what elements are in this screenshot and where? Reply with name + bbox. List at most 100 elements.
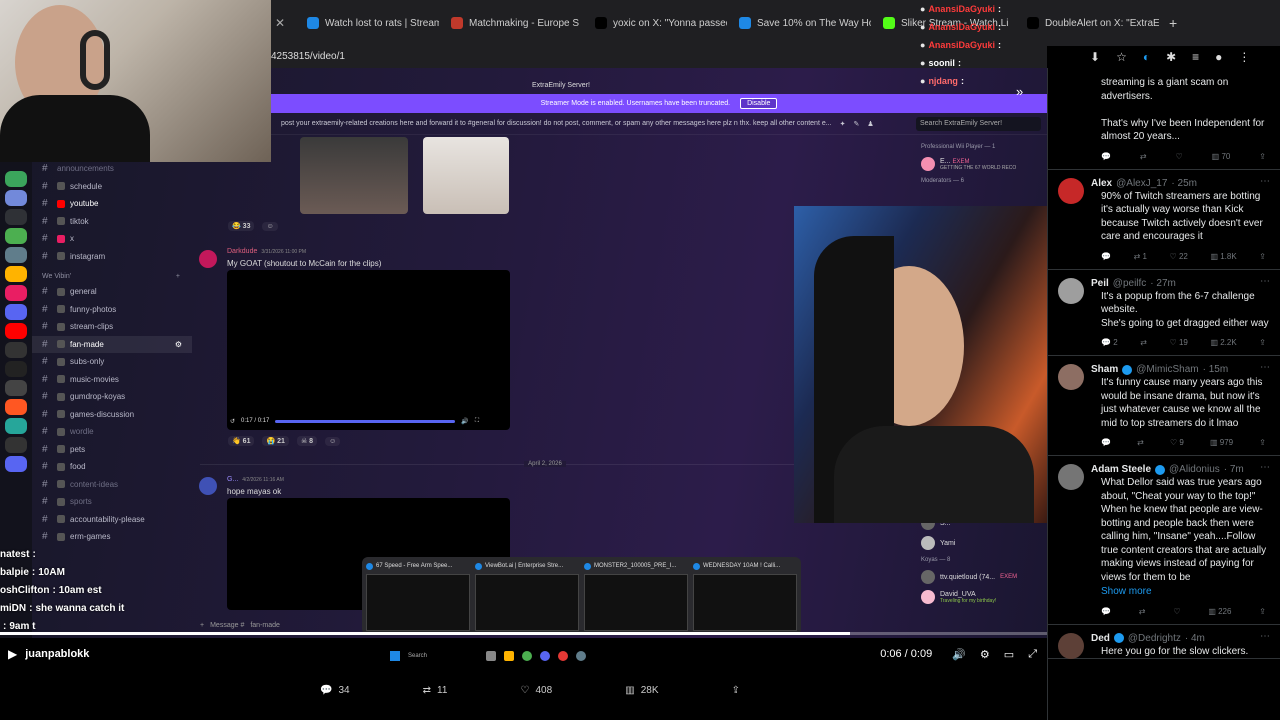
reply-tweet[interactable]: Ded @Dedrightz · 4m ⋯ Here you go for the sl… [1048,625,1280,659]
server-icon[interactable] [5,380,27,396]
youtube-server-icon[interactable] [5,323,27,339]
play-icon[interactable]: ▶ [8,647,17,661]
reaction-chip[interactable]: ☠ 8 [296,436,318,446]
channel-youtube[interactable]: # youtube [32,195,192,213]
replay-icon[interactable]: ↺ [230,418,235,425]
browser-tab[interactable]: yoxic on X: "Yonna passed✕ [587,10,727,36]
tweet-handle[interactable]: @MimicSham [1136,364,1198,375]
channel-subs-only[interactable]: # subs-only [32,353,192,371]
channel-music-movies[interactable]: # music-movies [32,371,192,389]
threads-icon[interactable]: ✦ [840,120,846,128]
chat-username[interactable]: natest [0,549,29,560]
reaction-chip[interactable]: 😭 21 [262,436,289,446]
tweet-author[interactable]: Adam Steele [1091,464,1151,475]
channel-gumdrop-koyas[interactable]: # gumdrop-koyas [32,388,192,406]
tweet-author[interactable]: Peil [1091,278,1109,289]
reply-button[interactable]: 💬 [1101,152,1111,161]
member-item[interactable]: E... EXEM GETTING THE 67 WORLD RECO [915,154,1047,174]
share-icon[interactable]: ⇪ [1259,152,1266,161]
settings-gear-icon[interactable]: ⚙ [980,648,990,661]
channel-pets[interactable]: # pets [32,441,192,459]
window-preview[interactable]: ViewBot.ai | Enterprise Stre... [475,561,579,631]
add-attachment-icon[interactable]: + [200,622,204,629]
message-author[interactable]: Darkdude [227,248,257,255]
views-button[interactable]: ▥ 979 [1210,438,1233,447]
server-icon[interactable] [5,171,27,187]
tweet-handle[interactable]: @peilfc [1113,278,1147,289]
server-icon[interactable] [5,304,27,320]
channel-tiktok[interactable]: # tiktok [32,213,192,231]
member-item[interactable]: ttv.quietloud (74... EXEM [915,567,1047,587]
reply-button[interactable]: 💬 34 [320,685,350,696]
avatar[interactable] [1058,364,1084,390]
avatar[interactable] [199,250,217,268]
extension-icon[interactable]: ◐ [1143,50,1150,64]
browser-tab[interactable]: Save 10% on The Way Ho✕ [731,10,871,36]
browser-tab[interactable]: Watch lost to rats | Stream✕ [299,10,439,36]
message-video[interactable] [227,270,510,430]
server-icon[interactable] [5,399,27,415]
like-button[interactable]: ♡ 19 [1170,338,1188,347]
server-icon[interactable] [5,456,27,472]
channel-accountability-please[interactable]: # accountability-please [32,511,192,529]
channel-erm-games[interactable]: # erm-games [32,528,192,546]
repost-button[interactable]: ⇄ 11 [423,685,448,696]
avatar[interactable] [1058,632,1084,659]
add-channel-icon[interactable]: + [176,273,180,280]
server-icon[interactable] [5,247,27,263]
like-button[interactable]: ♡ 9 [1170,438,1184,447]
channel-schedule[interactable]: # schedule [32,178,192,196]
channel-settings-icon[interactable]: ⚙ [175,340,182,349]
window-preview[interactable]: MONSTER2_100005_PRE_I... [584,561,688,631]
message-author[interactable]: G... [227,476,238,483]
bookmark-star-icon[interactable]: ☆ [1116,50,1127,64]
server-icon[interactable] [5,266,27,282]
browser-tab[interactable]: Matchmaking - Europe S✕ [443,10,583,36]
channel-x[interactable]: # x [32,230,192,248]
discord-search-input[interactable]: Search ExtraEmily Server! [916,116,1041,131]
message-input[interactable]: + Message # fan-made [200,618,360,632]
menu-icon[interactable]: ⋮ [1238,50,1250,64]
tweet-handle[interactable]: @AlexJ_17 [1116,178,1167,189]
new-tab-button[interactable]: + [1169,15,1177,31]
like-button[interactable]: ♡ [1173,607,1180,616]
repost-button[interactable]: ⇄ [1137,438,1144,447]
reply-tweet[interactable]: Peil @peilfc · 27m ⋯ It's a popup from the 6… [1048,270,1280,356]
views-button[interactable]: ▥ 2.2K [1210,338,1236,347]
extensions-icon[interactable]: ✱ [1166,50,1176,64]
like-button[interactable]: ♡ [1176,152,1183,161]
share-icon[interactable]: ⇪ [1259,607,1266,616]
window-preview[interactable]: 67 Speed - Free Arm Spee... [366,561,470,631]
views-button[interactable]: ▥ 226 [1208,607,1231,616]
volume-icon[interactable]: 🔊 [952,648,966,661]
show-more-link[interactable]: Show more [1101,585,1270,599]
reaction-chip[interactable]: 👋 61 [228,436,255,446]
repost-button[interactable]: ⇄ [1140,152,1147,161]
channel-announcements[interactable]: # announcements [32,160,192,178]
channel-wordle[interactable]: # wordle [32,423,192,441]
like-button[interactable]: ♡ 408 [521,685,553,696]
channel-stream-clips[interactable]: # stream-clips [32,318,192,336]
channel-general[interactable]: # general [32,283,192,301]
server-icon[interactable] [5,342,27,358]
views-button[interactable]: ▥ 1.8K [1210,252,1236,261]
share-icon[interactable]: ⇪ [1259,338,1266,347]
fullscreen-icon[interactable]: ⤢ [1028,648,1037,661]
channel-content-ideas[interactable]: # content-ideas [32,476,192,494]
chat-username[interactable]: AnansiDaGyuki [928,4,995,14]
chat-username[interactable]: miDN [0,603,26,614]
window-preview[interactable]: WEDNESDAY 10AM ! Calli... [693,561,797,631]
reply-tweet[interactable]: Alex @AlexJ_17 · 25m ⋯ 90% of Twitch streame… [1048,170,1280,270]
more-options-icon[interactable]: ⋯ [1260,176,1270,187]
video-progress[interactable] [275,419,456,423]
share-icon[interactable]: ⇪ [1259,438,1266,447]
server-icon[interactable] [5,209,27,225]
add-reaction-icon[interactable]: ☺ [262,221,278,231]
pip-icon[interactable]: ▭ [1004,648,1014,661]
chat-username[interactable]: balpie [0,567,29,578]
member-item[interactable]: Yami [915,533,1047,553]
channel-funny-photos[interactable]: # funny-photos [32,301,192,319]
channel-food[interactable]: # food [32,458,192,476]
avatar[interactable] [1058,277,1084,304]
tweet-handle[interactable]: @Alidonius [1169,464,1220,475]
